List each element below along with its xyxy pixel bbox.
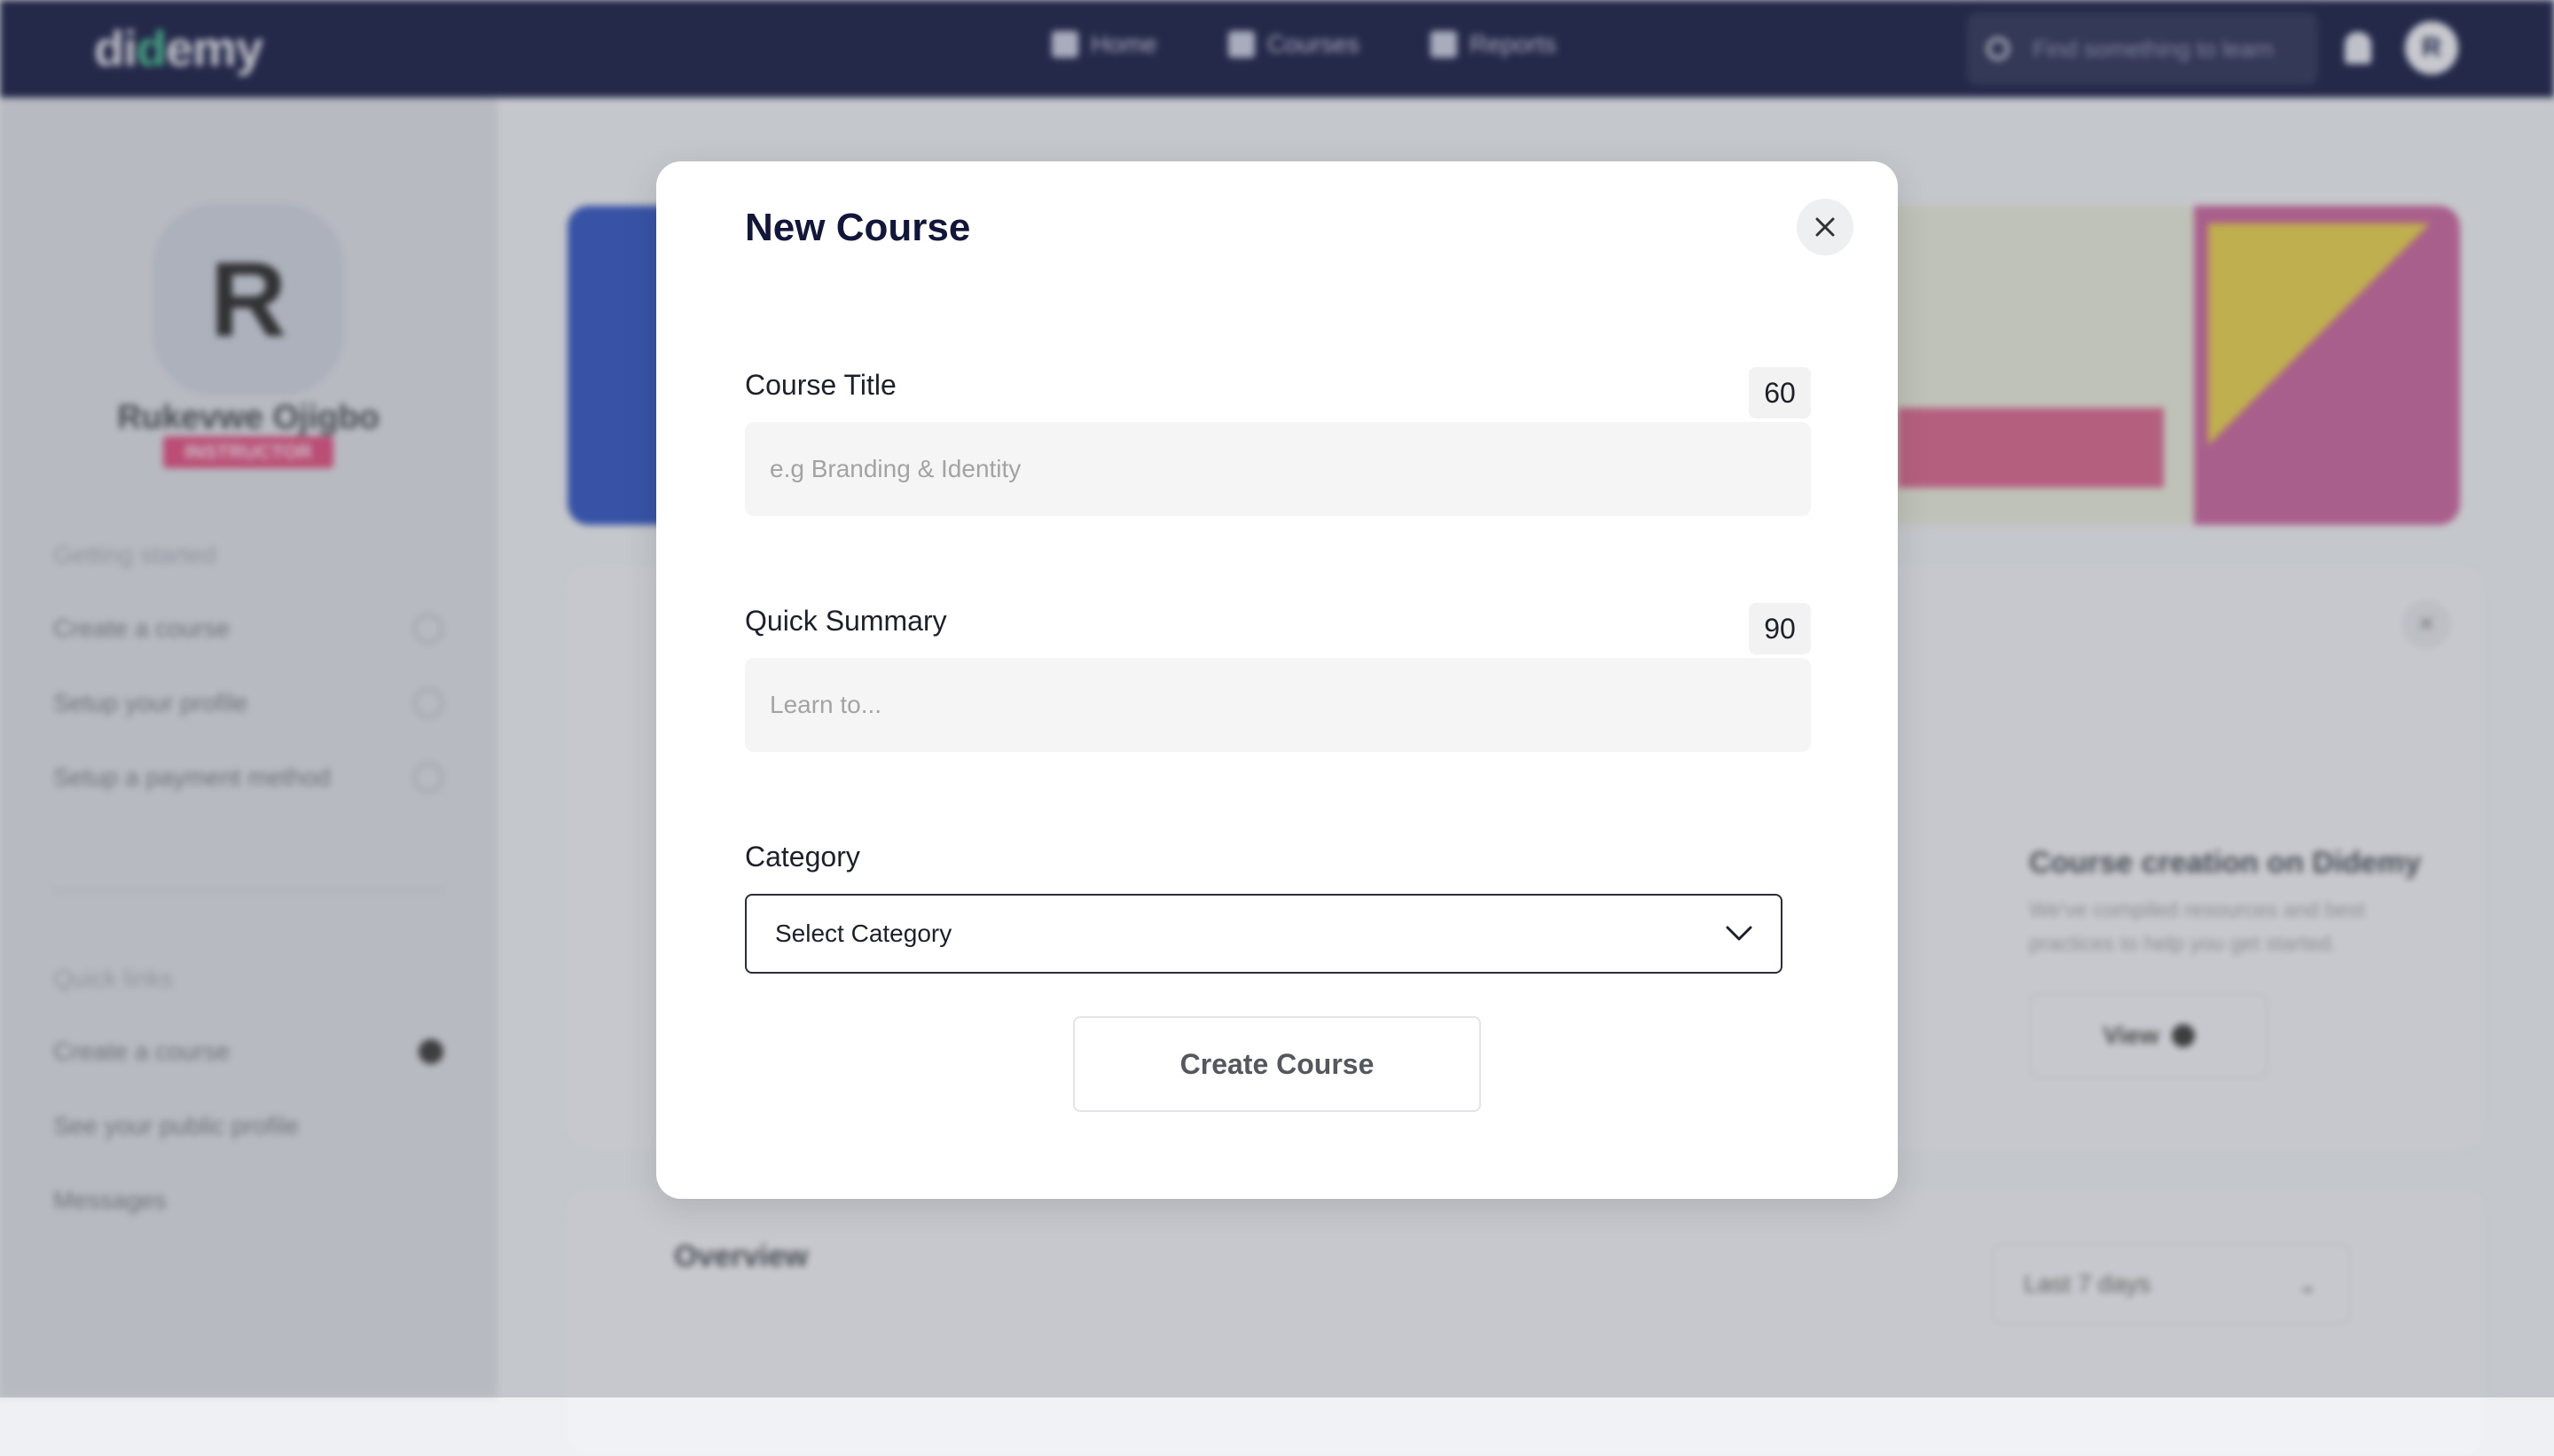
new-course-modal: New Course Course Title 60 Quick Summary…: [656, 161, 1898, 1199]
category-select[interactable]: Select Category: [745, 894, 1782, 974]
create-course-button[interactable]: Create Course: [1073, 1016, 1481, 1112]
course-title-char-counter: 60: [1749, 367, 1811, 419]
modal-title: New Course: [745, 206, 971, 249]
quick-summary-char-counter: 90: [1749, 603, 1811, 654]
course-title-label: Course Title: [745, 369, 897, 401]
category-label: Category: [745, 841, 860, 873]
close-icon: [1815, 217, 1835, 237]
course-title-input[interactable]: [745, 422, 1811, 516]
chevron-down-icon: [1726, 926, 1752, 941]
quick-summary-input[interactable]: [745, 658, 1811, 752]
quick-summary-label: Quick Summary: [745, 605, 947, 637]
category-select-value: Select Category: [775, 920, 952, 947]
close-button[interactable]: [1797, 199, 1853, 255]
